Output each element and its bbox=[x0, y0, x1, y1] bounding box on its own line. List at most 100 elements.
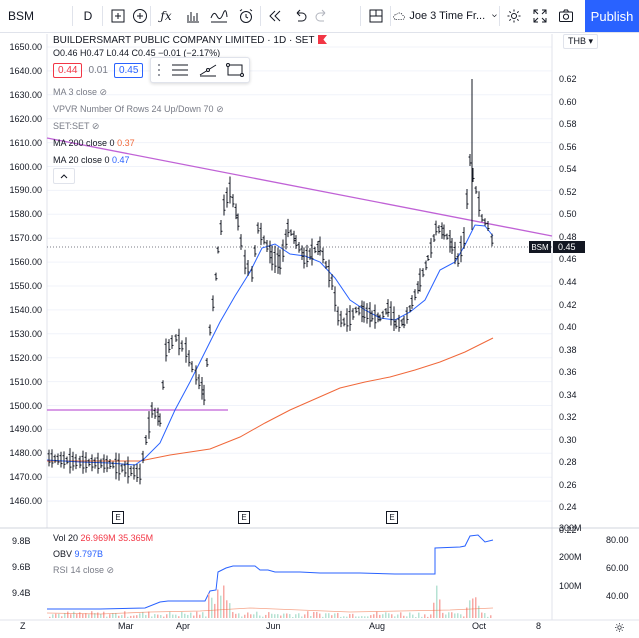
legend-vpvr[interactable]: VPVR Number Of Rows 24 Up/Down 70 ⊘ bbox=[53, 104, 224, 115]
ohlc-bar bbox=[448, 230, 452, 253]
ohlc-bar bbox=[138, 463, 142, 485]
currency-selector[interactable]: THB ▾ bbox=[563, 34, 599, 49]
ohlc-bar bbox=[147, 411, 151, 439]
auto-scale-button[interactable] bbox=[611, 620, 627, 634]
volume-bar bbox=[286, 613, 288, 618]
buy-button[interactable]: 0.45 bbox=[113, 63, 144, 78]
sell-button[interactable]: 0.44 bbox=[53, 63, 83, 78]
ohlc-bar bbox=[180, 340, 184, 352]
ohlc-bar bbox=[365, 303, 369, 324]
eye-off-icon[interactable]: ⊘ bbox=[216, 104, 224, 114]
earnings-marker[interactable]: E bbox=[238, 511, 250, 524]
ohlc-bar bbox=[256, 222, 260, 234]
eye-off-icon[interactable]: ⊘ bbox=[107, 565, 115, 575]
volume-bar bbox=[325, 613, 327, 618]
earnings-marker[interactable]: E bbox=[112, 511, 124, 524]
legend-ma200[interactable]: MA 200 close 0 0.37 bbox=[53, 138, 135, 148]
ohlc-bar bbox=[114, 452, 118, 480]
ohlc-bar bbox=[259, 222, 263, 246]
volume-bar bbox=[382, 614, 384, 618]
ohlc-bar bbox=[381, 310, 385, 319]
lower-right-tick: 60.00 bbox=[606, 563, 629, 573]
right-axis-tick: 0.38 bbox=[559, 344, 577, 355]
volume-bar bbox=[163, 616, 165, 618]
legend-ma20-value: 0.47 bbox=[112, 155, 130, 165]
ohlc-bar bbox=[294, 235, 298, 249]
volume-bar bbox=[430, 614, 432, 618]
volume-bar bbox=[223, 585, 225, 618]
left-axis-tick: 1560.00 bbox=[9, 257, 42, 268]
right-axis-tick: 0.24 bbox=[559, 502, 577, 513]
ohlc-bar bbox=[357, 305, 361, 316]
ohlc-bar bbox=[284, 229, 288, 250]
collapse-legend-button[interactable] bbox=[53, 168, 75, 184]
ohlc-bar bbox=[402, 315, 406, 329]
trend-line-icon[interactable] bbox=[199, 63, 217, 77]
obv-label: OBV bbox=[53, 549, 73, 559]
eye-off-icon[interactable]: ⊘ bbox=[92, 121, 100, 131]
left-axis-tick: 1510.00 bbox=[9, 376, 42, 387]
legend-ma3[interactable]: MA 3 close ⊘ bbox=[53, 87, 107, 98]
legend-ma20[interactable]: MA 20 close 0 0.47 bbox=[53, 155, 130, 165]
ohlc-bar bbox=[302, 247, 306, 269]
ohlc-bar bbox=[394, 319, 398, 329]
volume-bar bbox=[151, 616, 153, 618]
ohlc-bar bbox=[56, 453, 60, 465]
volume-bar bbox=[295, 614, 297, 618]
volume-bar bbox=[58, 613, 60, 618]
volume-bar bbox=[238, 613, 240, 618]
eye-off-icon[interactable]: ⊘ bbox=[100, 87, 108, 97]
volume-bar bbox=[346, 616, 348, 618]
volume-bar bbox=[244, 614, 246, 618]
volume-bar bbox=[193, 615, 195, 618]
volume-bar bbox=[61, 616, 63, 618]
ohlc-bar bbox=[313, 246, 317, 254]
legend-ma200-label: MA 200 close 0 bbox=[53, 138, 115, 148]
volume-bar bbox=[277, 614, 279, 618]
volume-bar bbox=[160, 615, 162, 618]
ohlc-bar bbox=[316, 241, 320, 255]
volume-bar bbox=[64, 613, 66, 618]
volume-bar bbox=[73, 611, 75, 618]
lower-right-tick: 40.00 bbox=[606, 591, 629, 601]
legend-set[interactable]: SET:SET ⊘ bbox=[53, 121, 99, 132]
ohlc-bar bbox=[459, 235, 463, 263]
volume-bar bbox=[367, 616, 369, 618]
volume-bar bbox=[376, 611, 378, 618]
right-axis-tick: 0.32 bbox=[559, 412, 577, 423]
floating-drawing-toolbar bbox=[150, 57, 250, 83]
lower-right-tick: 80.00 bbox=[606, 535, 629, 545]
ohlc-bar bbox=[286, 218, 290, 238]
legend-volume[interactable]: Vol 20 26.969M 35.365M bbox=[53, 533, 153, 543]
ohlc-bar bbox=[190, 361, 194, 373]
time-axis-tick: Z bbox=[20, 621, 26, 631]
ohlc-bar bbox=[231, 194, 235, 208]
left-axis-tick: 1600.00 bbox=[9, 161, 42, 172]
ohlc-bar bbox=[170, 335, 174, 349]
right-axis-tick: 0.36 bbox=[559, 367, 577, 378]
legend-rsi[interactable]: RSI 14 close ⊘ bbox=[53, 565, 114, 576]
ohlc-bar bbox=[216, 246, 220, 254]
earnings-marker[interactable]: E bbox=[386, 511, 398, 524]
lower-mid-tick: 200M bbox=[559, 552, 582, 562]
legend-obv[interactable]: OBV 9.797B bbox=[53, 549, 103, 559]
rectangle-icon[interactable] bbox=[226, 63, 245, 77]
ohlc-bar bbox=[450, 238, 454, 254]
ohlc-bar bbox=[342, 317, 346, 327]
volume-bar bbox=[355, 616, 357, 618]
right-axis-tick: 0.62 bbox=[559, 74, 577, 84]
volume-bar bbox=[304, 614, 306, 618]
ohlc-bar bbox=[345, 308, 349, 332]
ohlc-bar bbox=[416, 281, 420, 294]
ohlc-bar bbox=[105, 455, 109, 473]
ohlc-bar bbox=[333, 286, 337, 312]
left-axis-tick: 1640.00 bbox=[9, 65, 42, 76]
ohlc-bar bbox=[348, 305, 352, 331]
volume-bar bbox=[316, 611, 318, 618]
drag-handle-icon[interactable] bbox=[156, 63, 162, 77]
volume-bar bbox=[121, 615, 123, 618]
volume-bar bbox=[442, 612, 444, 618]
left-axis-tick: 1490.00 bbox=[9, 424, 42, 435]
ohlc-bar bbox=[437, 225, 441, 234]
horizontal-lines-icon[interactable] bbox=[171, 63, 189, 77]
